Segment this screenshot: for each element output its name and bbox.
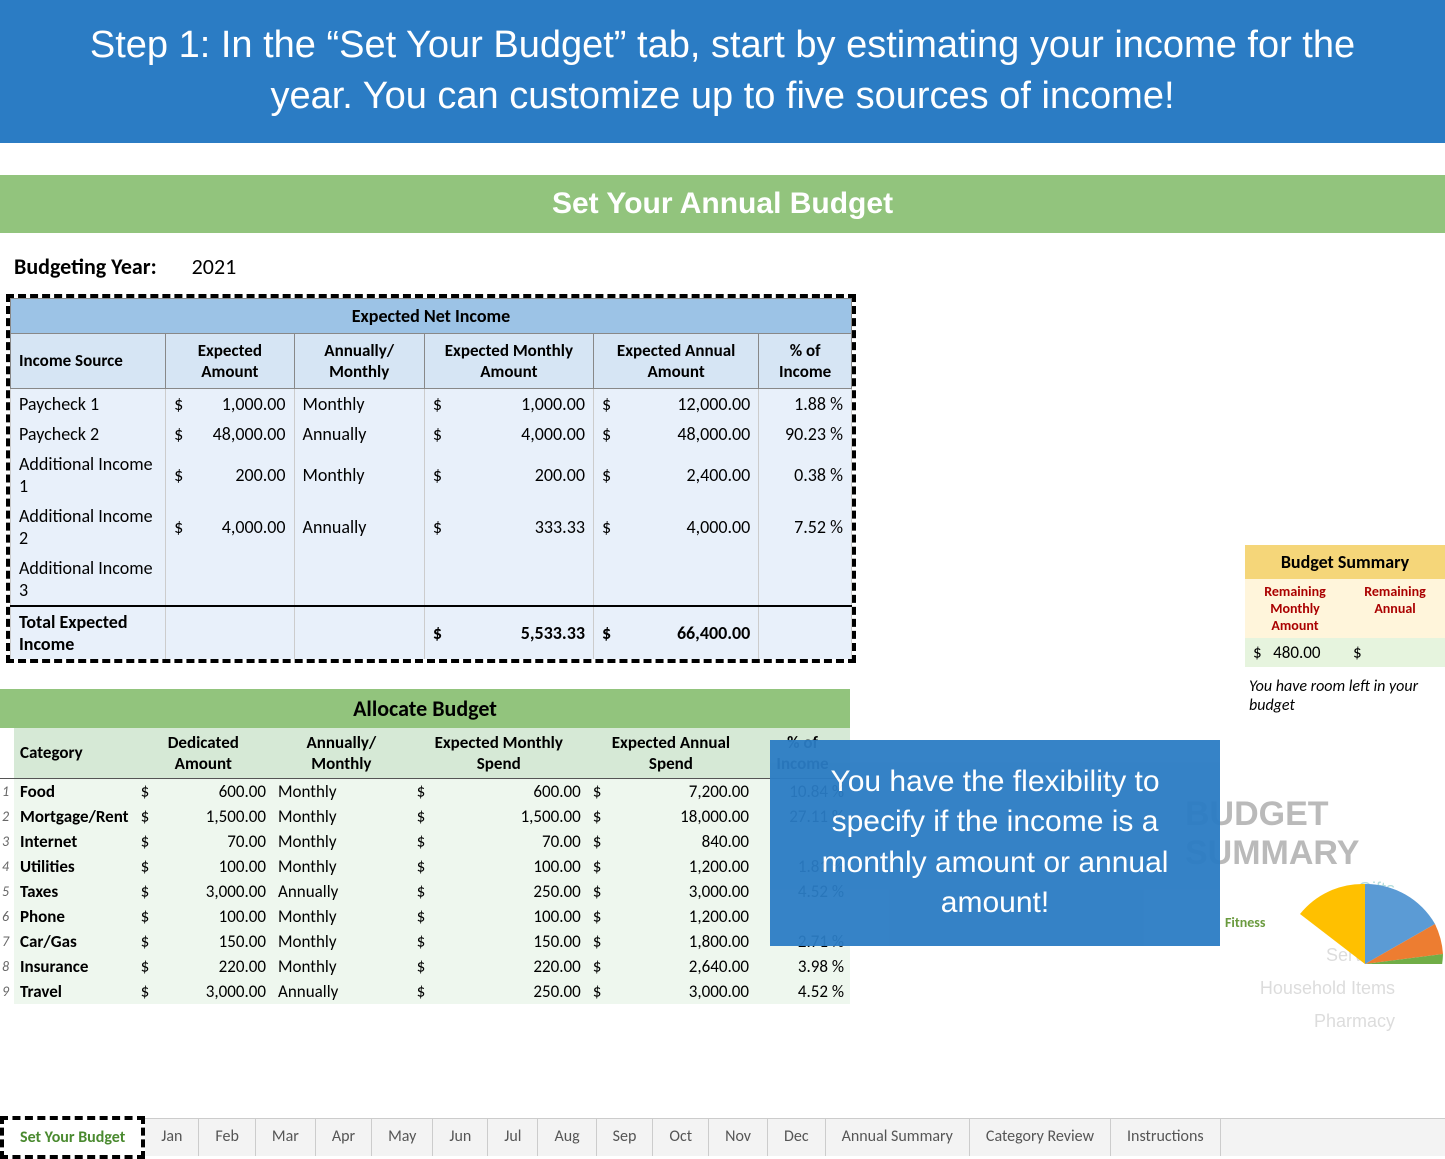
allocate-row[interactable]: 3Internet$70.00Monthly$70.00$840.00 — [0, 829, 850, 854]
year-label: Budgeting Year: — [14, 253, 157, 280]
col-amount: Expected Amount — [166, 333, 294, 388]
allocate-table[interactable]: Category Dedicated Amount Annually/ Mont… — [0, 728, 850, 1004]
sheet-tab-oct[interactable]: Oct — [653, 1119, 709, 1156]
sheet-tab-set-your-budget[interactable]: Set Your Budget — [0, 1116, 145, 1159]
sheet-tabs[interactable]: Set Your BudgetJanFebMarAprMayJunJulAugS… — [0, 1118, 1445, 1156]
col-alloc-freq: Annually/ Monthly — [272, 728, 411, 779]
summary-col-remaining-annual: Remaining Annual — [1345, 579, 1445, 638]
income-table[interactable]: Expected Net Income Income Source Expect… — [10, 298, 852, 659]
total-annual: 66,400.00 — [677, 622, 750, 644]
sheet-tab-annual-summary[interactable]: Annual Summary — [826, 1119, 970, 1156]
col-monthly-spend: Expected Monthly Spend — [411, 728, 587, 779]
sheet-tab-apr[interactable]: Apr — [316, 1119, 372, 1156]
income-row[interactable]: Paycheck 2$48,000.00Annually$4,000.00$48… — [11, 419, 852, 449]
year-value[interactable]: 2021 — [192, 253, 237, 280]
col-annual-spend: Expected Annual Spend — [587, 728, 755, 779]
col-freq: Annually/ Monthly — [294, 333, 424, 388]
col-ded-amount: Dedicated Amount — [135, 728, 272, 779]
income-row[interactable]: Paycheck 1$1,000.00Monthly$1,000.00$12,0… — [11, 388, 852, 419]
income-title: Expected Net Income — [11, 298, 852, 333]
allocate-row[interactable]: 2Mortgage/Rent$1,500.00Monthly$1,500.00$… — [0, 804, 850, 829]
sheet-tab-jun[interactable]: Jun — [433, 1119, 488, 1156]
allocate-row[interactable]: 1Food$600.00Monthly$600.00$7,200.0010.84… — [0, 778, 850, 804]
allocate-title: Allocate Budget — [0, 689, 850, 728]
page-title: Set Your Annual Budget — [0, 175, 1445, 233]
summary-remaining-monthly: 480.00 — [1273, 642, 1320, 663]
income-row[interactable]: Additional Income 3 — [11, 553, 852, 606]
summary-col-remaining-monthly: Remaining Monthly Amount — [1245, 579, 1345, 638]
sheet-tab-category-review[interactable]: Category Review — [970, 1119, 1111, 1156]
sheet-tab-jan[interactable]: Jan — [145, 1119, 199, 1156]
sheet-tab-instructions[interactable]: Instructions — [1111, 1119, 1221, 1156]
allocate-row[interactable]: 9Travel$3,000.00Annually$250.00$3,000.00… — [0, 979, 850, 1004]
sheet-tab-jul[interactable]: Jul — [488, 1119, 538, 1156]
pie-label-fitness: Fitness — [1225, 914, 1265, 931]
allocate-row[interactable]: 8Insurance$220.00Monthly$220.00$2,640.00… — [0, 954, 850, 979]
allocate-row[interactable]: 6Phone$100.00Monthly$100.00$1,200.00 — [0, 904, 850, 929]
pie-chart-hint: Fitness — [1225, 844, 1445, 964]
summary-title: Budget Summary — [1245, 545, 1445, 579]
total-label: Total Expected Income — [11, 606, 166, 659]
instruction-banner: Step 1: In the “Set Your Budget” tab, st… — [0, 0, 1445, 143]
sheet-tab-dec[interactable]: Dec — [768, 1119, 826, 1156]
total-monthly: 5,533.33 — [521, 622, 585, 644]
col-pct: % of Income — [759, 333, 852, 388]
sheet-tab-aug[interactable]: Aug — [538, 1119, 596, 1156]
col-category: Category — [14, 728, 135, 779]
sheet-tab-sep[interactable]: Sep — [597, 1119, 654, 1156]
col-monthly: Expected Monthly Amount — [424, 333, 593, 388]
callout-flexibility: You have the flexibility to specify if t… — [770, 740, 1220, 946]
allocate-row[interactable]: 7Car/Gas$150.00Monthly$150.00$1,800.002.… — [0, 929, 850, 954]
sheet-tab-may[interactable]: May — [372, 1119, 433, 1156]
summary-note: You have room left in your budget — [1245, 667, 1445, 725]
allocate-row[interactable]: 5Taxes$3,000.00Annually$250.00$3,000.004… — [0, 879, 850, 904]
col-source: Income Source — [11, 333, 166, 388]
budget-summary-panel: Budget Summary Remaining Monthly Amount … — [1245, 545, 1445, 725]
income-row[interactable]: Additional Income 1$200.00Monthly$200.00… — [11, 449, 852, 501]
col-annual: Expected Annual Amount — [593, 333, 758, 388]
sheet-tab-feb[interactable]: Feb — [199, 1119, 255, 1156]
income-table-highlight: Expected Net Income Income Source Expect… — [6, 294, 856, 663]
sheet-tab-nov[interactable]: Nov — [709, 1119, 768, 1156]
allocate-row[interactable]: 4Utilities$100.00Monthly$100.00$1,200.00… — [0, 854, 850, 879]
income-row[interactable]: Additional Income 2$4,000.00Annually$333… — [11, 501, 852, 553]
sheet-tab-mar[interactable]: Mar — [256, 1119, 316, 1156]
